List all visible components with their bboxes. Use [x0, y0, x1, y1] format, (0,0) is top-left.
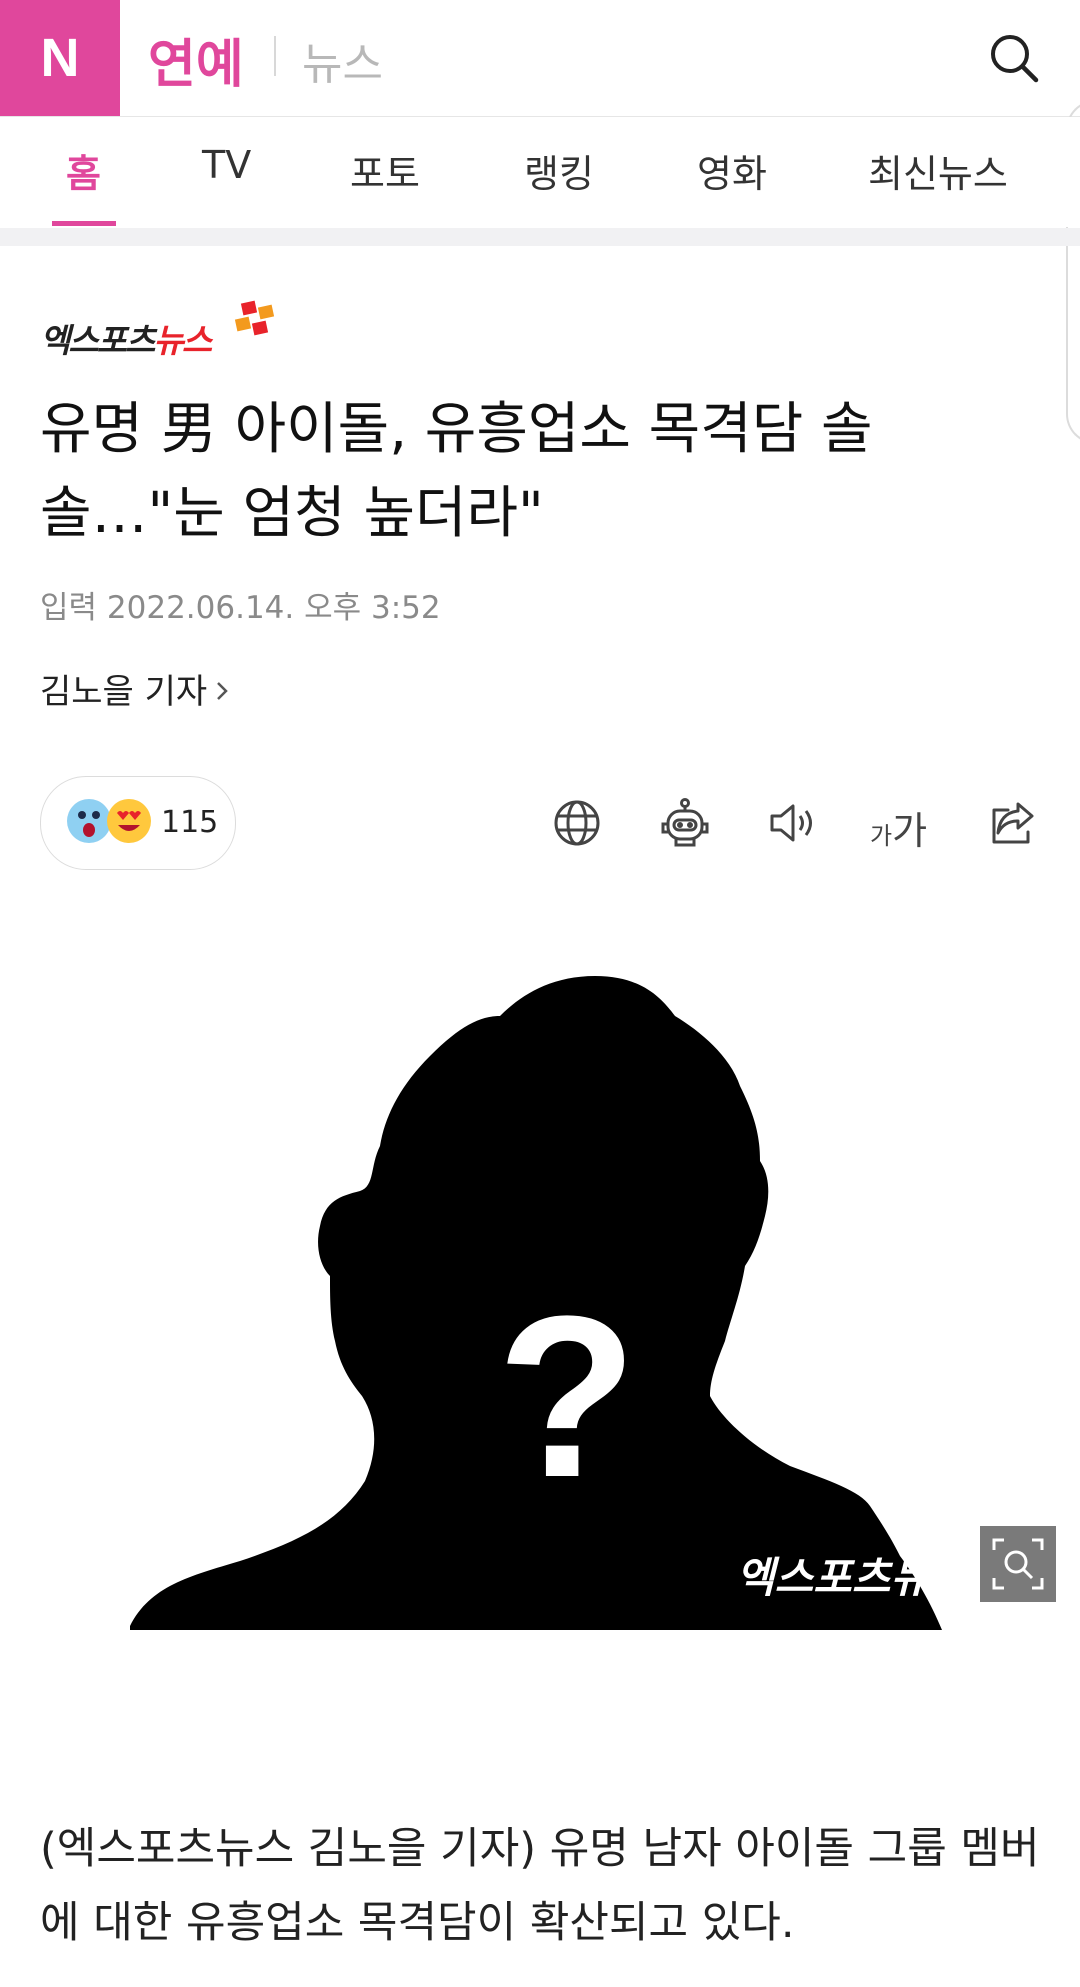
section-subtitle[interactable]: 뉴스 — [302, 28, 383, 92]
active-tab-indicator — [52, 221, 116, 226]
section-title[interactable]: 연예 — [148, 22, 244, 97]
naver-logo[interactable]: N — [0, 0, 120, 116]
reporter-name: 김노을 기자 — [40, 672, 208, 712]
reporter-link[interactable]: 김노을 기자 — [40, 664, 229, 713]
share-icon[interactable] — [984, 794, 1042, 852]
surprised-emoji-icon — [67, 799, 111, 843]
reaction-count: 115 — [161, 805, 219, 840]
heart-eyes-emoji-icon — [107, 799, 151, 843]
press-name-part2: 뉴스 — [153, 321, 212, 360]
press-logo-mark — [234, 300, 275, 336]
font-size-large-glyph: 가 — [892, 809, 928, 853]
top-header: N 연예 뉴스 — [0, 0, 1080, 117]
article-date: 입력 2022.06.14. 오후 3:52 — [40, 582, 441, 627]
globe-icon[interactable] — [548, 794, 606, 852]
date-value: 2022.06.14. 오후 3:52 — [106, 590, 441, 626]
tab-tv[interactable]: TV — [202, 143, 251, 187]
tab-home[interactable]: 홈 — [66, 143, 101, 198]
font-size-icon[interactable]: 가가 — [870, 800, 927, 855]
speaker-icon[interactable] — [764, 794, 822, 852]
chevron-right-icon — [215, 672, 229, 712]
nav-tabs: 홈 TV 포토 랭킹 영화 최신뉴스 — [0, 117, 1080, 227]
reaction-button[interactable]: 115 — [40, 776, 236, 870]
article-photo[interactable]: ? 엑스포츠뉴스 — [130, 976, 1020, 1630]
search-icon[interactable] — [986, 30, 1042, 86]
svg-text:?: ? — [497, 1268, 638, 1525]
tab-movie[interactable]: 영화 — [697, 143, 767, 198]
photo-watermark: 엑스포츠뉴스 — [736, 1553, 969, 1602]
tab-ranking[interactable]: 랭킹 — [524, 143, 594, 198]
tab-latest-news[interactable]: 최신뉴스 — [868, 143, 1008, 198]
article-body: (엑스포츠뉴스 김노을 기자) 유명 남자 아이돌 그룹 멤버에 대한 유흥업소… — [40, 1824, 1040, 1948]
article-title: 유명 男 아이돌, 유흥업소 목격담 솔솔…"눈 엄청 높더라" — [40, 397, 873, 546]
zoom-image-icon[interactable] — [980, 1526, 1056, 1602]
section-separator — [0, 228, 1080, 246]
robot-icon[interactable] — [656, 794, 714, 852]
tab-photo[interactable]: 포토 — [350, 143, 420, 198]
header-divider — [274, 36, 276, 76]
press-name-part1: 엑스포츠 — [40, 321, 155, 360]
font-size-small-glyph: 가 — [870, 822, 893, 850]
anonymous-silhouette-image: ? 엑스포츠뉴스 — [130, 976, 969, 1630]
date-label: 입력 — [40, 590, 98, 626]
